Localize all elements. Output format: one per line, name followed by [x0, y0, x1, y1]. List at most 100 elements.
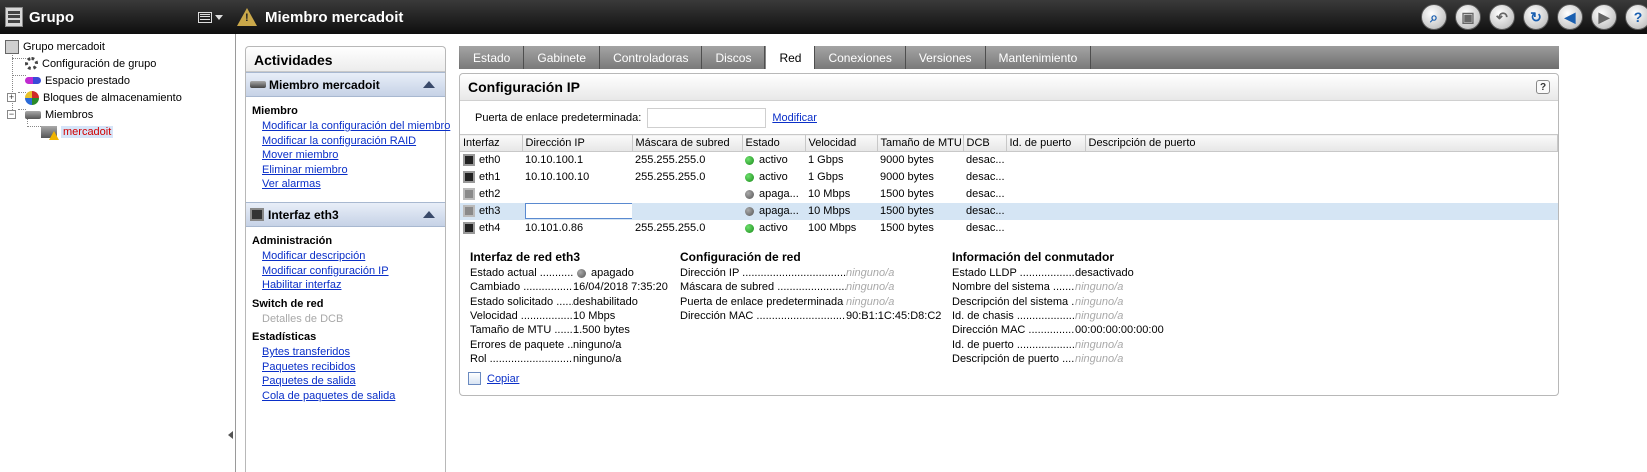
forward-button[interactable]: ▶: [1591, 4, 1617, 30]
detail-row: Estado LLDPdesactivado: [952, 266, 1202, 280]
table-header-row: Interfaz Dirección IP Máscara de subred …: [460, 134, 1558, 152]
help-icon[interactable]: ?: [1536, 80, 1550, 94]
search-button[interactable]: ⌕: [1421, 4, 1447, 30]
modify-raid-config-link[interactable]: Modificar la configuración RAID: [262, 135, 445, 148]
packets-sent-link[interactable]: Paquetes de salida: [262, 375, 445, 388]
tree-node-members[interactable]: − Miembros: [0, 106, 235, 123]
tab-network[interactable]: Red: [765, 46, 816, 69]
tab-maintenance[interactable]: Mantenimiento: [985, 46, 1092, 69]
table-row[interactable]: eth2 apaga... 10 Mbps 1500 bytes desac..…: [460, 186, 1558, 203]
gateway-label: Puerta de enlace predeterminada:: [475, 111, 642, 124]
network-config-column: Configuración de red Dirección IPninguno…: [680, 250, 945, 323]
mask-cell: [632, 202, 742, 220]
tree-node-storage-pools[interactable]: + Bloques de almacenamiento: [0, 89, 235, 106]
save-button[interactable]: ▣: [1455, 4, 1481, 30]
chevron-up-icon[interactable]: [423, 211, 435, 218]
member-warning-icon: [41, 125, 59, 140]
member-section-body: Miembro Modificar la configuración del m…: [246, 97, 450, 202]
switch-heading: Switch de red: [252, 297, 324, 310]
members-icon: [25, 110, 41, 119]
table-row-selected[interactable]: eth3 apaga... 10 Mbps 1500 bytes desac..…: [460, 202, 1558, 220]
ip-cell-editor[interactable]: [525, 203, 632, 219]
gateway-input[interactable]: [647, 107, 767, 128]
switch-info-title: Información del conmutador: [952, 250, 1115, 264]
tab-connections[interactable]: Conexiones: [815, 46, 906, 69]
detail-row: Id. de puertoninguno/a: [952, 337, 1202, 351]
tree-node-group[interactable]: Grupo mercadoit: [0, 38, 235, 55]
column-header-mtu[interactable]: Tamaño de MTU: [877, 134, 964, 152]
view-alarms-link[interactable]: Ver alarmas: [262, 178, 445, 191]
column-header-status[interactable]: Estado: [742, 134, 806, 152]
mtu-cell: 1500 bytes: [877, 202, 963, 220]
modify-gateway-link[interactable]: Modificar: [772, 112, 817, 124]
tree-node-member-mercadoit[interactable]: mercadoit: [0, 123, 235, 140]
status-text: activo: [759, 154, 788, 167]
tree-node-group-config[interactable]: Configuración de grupo: [0, 55, 235, 72]
chevron-up-icon[interactable]: [423, 81, 435, 88]
port-description-cell: [1085, 202, 1558, 220]
mask-cell: 255.255.255.0: [635, 222, 706, 234]
detail-row: Id. de chasisninguno/a: [952, 309, 1202, 323]
storage-pool-icon: [25, 90, 39, 105]
tab-disks[interactable]: Discos: [702, 46, 766, 69]
column-header-interface[interactable]: Interfaz: [460, 134, 523, 152]
gear-icon: [25, 57, 38, 70]
dcb-cell: desac...: [966, 154, 1005, 167]
column-header-ip[interactable]: Dirección IP: [522, 134, 633, 152]
collapse-panel-handle[interactable]: [225, 425, 235, 445]
delete-member-link[interactable]: Eliminar miembro: [262, 164, 445, 177]
expand-icon[interactable]: +: [7, 93, 16, 102]
column-header-mask[interactable]: Máscara de subred: [632, 134, 743, 152]
chevron-left-icon: [227, 431, 233, 439]
interface-section-header[interactable]: Interfaz eth3: [246, 202, 445, 227]
network-port-icon: [463, 171, 475, 184]
ip-config-title: Configuración IP: [468, 79, 580, 95]
column-header-port-id[interactable]: Id. de puerto: [1006, 134, 1086, 152]
storage-group-icon: [5, 39, 19, 54]
enable-interface-link[interactable]: Habilitar interfaz: [262, 279, 445, 292]
toolbar: ⌕ ▣ ↶ ↻ ◀ ▶ ?: [1421, 4, 1647, 30]
refresh-button[interactable]: ↻: [1523, 4, 1549, 30]
tree-node-label: mercadoit: [61, 125, 114, 138]
undo-button[interactable]: ↶: [1489, 4, 1515, 30]
packets-received-link[interactable]: Paquetes recibidos: [262, 361, 445, 374]
table-row[interactable]: eth0 10.10.100.1 255.255.255.0 activo 1 …: [460, 152, 1558, 169]
detail-row: Cambiado16/04/2018 7:35:20: [470, 280, 670, 294]
speed-cell: 10 Mbps: [805, 202, 877, 220]
view-menu-button[interactable]: [198, 11, 223, 23]
tree-node-label: Grupo mercadoit: [23, 40, 105, 53]
tab-versions[interactable]: Versiones: [905, 46, 986, 69]
tree-node-borrowed-space[interactable]: Espacio prestado: [0, 72, 235, 89]
status-down-icon: [577, 268, 586, 278]
network-interface-icon: [250, 208, 264, 221]
refresh-icon: ↻: [1530, 8, 1542, 25]
bytes-transferred-link[interactable]: Bytes transferidos: [262, 346, 445, 359]
network-port-icon: [463, 205, 475, 218]
column-header-dcb[interactable]: DCB: [963, 134, 1007, 152]
copy-link[interactable]: Copiar: [487, 373, 519, 385]
outbound-queue-link[interactable]: Cola de paquetes de salida: [262, 390, 445, 403]
help-button[interactable]: ?: [1625, 4, 1647, 30]
detail-row: Dirección MAC00:00:00:00:00:00: [952, 323, 1202, 337]
modify-ip-config-link[interactable]: Modificar configuración IP: [262, 265, 445, 278]
column-header-speed[interactable]: Velocidad: [805, 134, 878, 152]
tab-enclosure[interactable]: Gabinete: [524, 46, 601, 69]
modify-description-link[interactable]: Modificar descripción: [262, 250, 445, 263]
tab-status[interactable]: Estado: [460, 46, 525, 69]
move-member-link[interactable]: Mover miembro: [262, 149, 445, 162]
modify-member-config-link[interactable]: Modificar la configuración del miembro: [262, 120, 450, 133]
column-header-port-description[interactable]: Descripción de puerto: [1085, 134, 1558, 152]
back-button[interactable]: ◀: [1557, 4, 1583, 30]
tab-controllers[interactable]: Controladoras: [600, 46, 703, 69]
table-row[interactable]: eth1 10.10.100.10 255.255.255.0 activo 1…: [460, 169, 1558, 186]
member-disk-icon: [250, 81, 266, 88]
table-row[interactable]: eth4 10.101.0.86 255.255.255.0 activo 10…: [460, 220, 1558, 237]
ip-cell: 10.101.0.86: [525, 222, 584, 234]
detail-row: Velocidad10 Mbps: [470, 309, 670, 323]
collapse-icon[interactable]: −: [7, 110, 16, 119]
member-section-header[interactable]: Miembro mercadoit: [246, 72, 445, 97]
ip-config-panel: Configuración IP ? Puerta de enlace pred…: [459, 73, 1559, 396]
chevron-down-icon: [215, 14, 223, 20]
arrow-right-icon: ▶: [1598, 8, 1610, 25]
detail-row: Puerta de enlace predeterminadaninguno/a: [680, 295, 945, 309]
